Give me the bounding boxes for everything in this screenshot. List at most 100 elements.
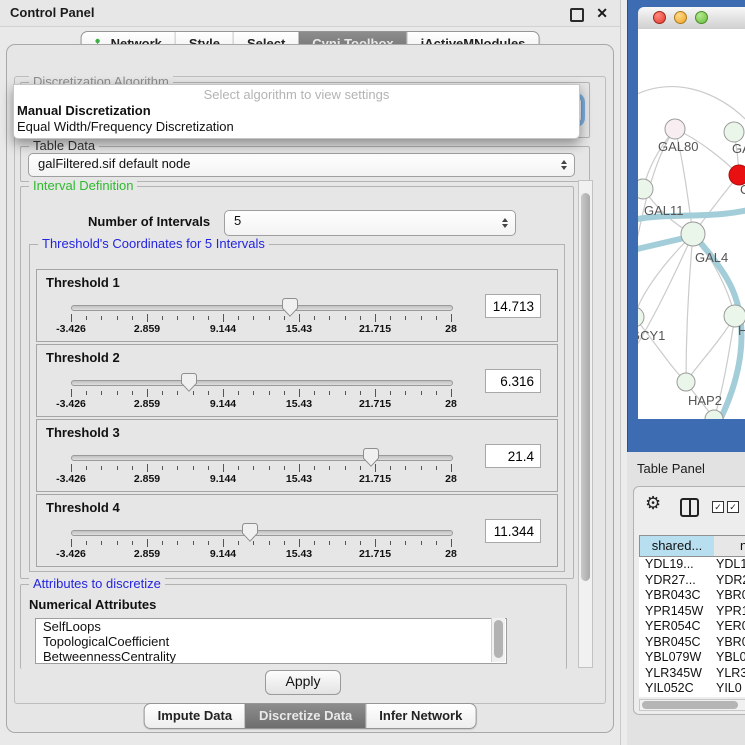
attribute-item[interactable]: BetweennessCentrality xyxy=(36,649,506,664)
table-row[interactable]: YIL052CYIL0 xyxy=(639,681,745,697)
num-intervals-value: 5 xyxy=(225,211,515,231)
table-panel-body: ⚙ ✓ ✓ shared... n YDL19...YDL1YDR27...YD… xyxy=(633,486,745,715)
table-row[interactable]: YLR345WYLR3 xyxy=(639,666,745,682)
control-panel-title: Control Panel xyxy=(10,0,95,26)
node-label: H xyxy=(738,323,745,338)
slider-thumb[interactable] xyxy=(282,298,298,317)
node-label: C xyxy=(740,182,745,197)
node-label: GAL4 xyxy=(695,250,728,265)
numerical-attributes-list[interactable]: SelfLoopsTopologicalCoefficientBetweenne… xyxy=(35,618,507,664)
table-row[interactable]: YER054CYER0 xyxy=(639,619,745,635)
tab-label: Infer Network xyxy=(379,704,462,728)
gear-icon[interactable]: ⚙ xyxy=(645,493,661,514)
network-node[interactable] xyxy=(705,410,723,419)
slider-ticks xyxy=(71,464,451,472)
threshold-value-field[interactable] xyxy=(485,294,541,318)
network-edge xyxy=(693,234,735,316)
table-row[interactable]: YBR043CYBR0 xyxy=(639,588,745,604)
column-header-name[interactable]: n xyxy=(714,535,745,557)
threshold-panel: Threshold 1 -3.4262.8599.14415.4321.7152… xyxy=(36,269,558,342)
interval-group-title: Interval Definition xyxy=(29,179,137,193)
numerical-attributes-label: Numerical Attributes xyxy=(29,597,156,612)
num-intervals-combobox[interactable]: 5 xyxy=(224,210,516,236)
slider-track[interactable] xyxy=(71,530,453,536)
content-scrollbar[interactable] xyxy=(578,180,593,668)
table-row[interactable]: YDL19...YDL1 xyxy=(639,557,745,573)
column-header-shared-name[interactable]: shared... xyxy=(639,535,715,557)
slider-thumb[interactable] xyxy=(242,523,258,542)
mac-close-icon[interactable] xyxy=(653,11,666,24)
network-node-hap2[interactable] xyxy=(677,373,695,391)
threshold-label: Threshold 2 xyxy=(46,350,120,365)
slider-track[interactable] xyxy=(71,305,453,311)
threshold-value-field[interactable] xyxy=(485,369,541,393)
node-table[interactable]: YDL19...YDL1YDR27...YDR2YBR043CYBR0YPR14… xyxy=(639,557,745,697)
screen: Control Panel ✕ NetworkStyleSelectCyni T… xyxy=(0,0,745,745)
mac-minimize-icon[interactable] xyxy=(674,11,687,24)
checkbox-checked-icon[interactable]: ✓ xyxy=(727,501,739,513)
table-row[interactable]: YPR145WYPR1 xyxy=(639,604,745,620)
table-row[interactable]: YDR27...YDR2 xyxy=(639,573,745,589)
table-hscroll-thumb[interactable] xyxy=(642,701,738,709)
mac-zoom-icon[interactable] xyxy=(695,11,708,24)
threshold-slider[interactable]: -3.4262.8599.14415.4321.71528 xyxy=(71,523,451,563)
node-label: HAP2 xyxy=(688,393,722,408)
network-edge xyxy=(686,316,735,382)
control-panel-titlebar: Control Panel ✕ xyxy=(0,0,620,27)
checkbox-checked-icon[interactable]: ✓ xyxy=(712,501,724,513)
slider-track[interactable] xyxy=(71,380,453,386)
close-icon[interactable]: ✕ xyxy=(596,0,608,26)
table-panel-title: Table Panel xyxy=(637,461,705,476)
interval-definition-group: Interval Definition Threshold's Coordina… xyxy=(20,186,574,579)
table-horizontal-scrollbar[interactable] xyxy=(639,699,745,711)
table-data-combobox[interactable]: galFiltered.sif default node xyxy=(28,153,575,177)
dropdown-options: Manual DiscretizationEqual Width/Frequen… xyxy=(14,103,579,135)
control-panel-window: Control Panel ✕ NetworkStyleSelectCyni T… xyxy=(0,0,621,745)
network-node-gal11[interactable] xyxy=(638,179,653,199)
tab-discretize-data[interactable]: Discretize Data xyxy=(245,704,365,728)
threshold-slider[interactable]: -3.4262.8599.14415.4321.71528 xyxy=(71,373,451,413)
node-label: GAL11 xyxy=(644,203,684,218)
threshold-panel: Threshold 2 -3.4262.8599.14415.4321.7152… xyxy=(36,344,558,417)
threshold-label: Threshold 3 xyxy=(46,425,120,440)
network-edge xyxy=(686,234,693,382)
network-node-gcy1[interactable] xyxy=(638,307,644,327)
network-canvas[interactable]: GAL80GACGAL11GAL4GCY1HHAP2 xyxy=(638,29,745,419)
threshold-panel: Threshold 3 -3.4262.8599.14415.4321.7152… xyxy=(36,419,558,492)
table-row[interactable]: YBR045CYBR0 xyxy=(639,635,745,651)
attribute-item[interactable]: SelfLoops xyxy=(36,619,506,634)
node-label: GA xyxy=(732,141,745,156)
threshold-value-field[interactable] xyxy=(485,444,541,468)
slider-thumb[interactable] xyxy=(363,448,379,467)
network-edge xyxy=(638,317,686,382)
float-window-icon[interactable] xyxy=(570,8,584,22)
threshold-slider[interactable]: -3.4262.8599.14415.4321.71528 xyxy=(71,448,451,488)
content-scroll-thumb[interactable] xyxy=(581,193,590,581)
attributes-scroll-thumb[interactable] xyxy=(494,620,503,658)
dropdown-option-manual-discretization[interactable]: Manual Discretization xyxy=(14,103,579,119)
network-view-window: GAL80GACGAL11GAL4GCY1HHAP2 xyxy=(627,0,745,452)
thresholds-group: Threshold's Coordinates for 5 Intervals … xyxy=(29,244,565,572)
network-node-gal80[interactable] xyxy=(665,119,685,139)
slider-thumb[interactable] xyxy=(181,373,197,392)
num-intervals-label: Number of Intervals xyxy=(88,214,210,229)
slider-ticks xyxy=(71,389,451,397)
combo-arrows-icon xyxy=(561,157,567,173)
dropdown-option-equal-width-frequency-discretization[interactable]: Equal Width/Frequency Discretization xyxy=(14,119,579,135)
network-edge xyxy=(638,87,745,124)
attributes-scrollbar[interactable] xyxy=(491,618,505,662)
table-row[interactable]: YBL079WYBL0 xyxy=(639,650,745,666)
network-node-gal4[interactable] xyxy=(681,222,705,246)
slider-track[interactable] xyxy=(71,455,453,461)
threshold-value-field[interactable] xyxy=(485,519,541,543)
split-view-icon[interactable] xyxy=(680,498,699,517)
threshold-panel: Threshold 4 -3.4262.8599.14415.4321.7152… xyxy=(36,494,558,567)
table-panel: Table Panel ⚙ ✓ ✓ shared... n YDL19...YD… xyxy=(627,452,745,745)
tab-impute-data[interactable]: Impute Data xyxy=(145,704,245,728)
network-node-ga[interactable] xyxy=(724,122,744,142)
threshold-slider[interactable]: -3.4262.8599.14415.4321.71528 xyxy=(71,298,451,338)
tab-infer-network[interactable]: Infer Network xyxy=(365,704,475,728)
apply-button[interactable]: Apply xyxy=(265,670,341,695)
tab-label: Discretize Data xyxy=(259,704,352,728)
attribute-item[interactable]: TopologicalCoefficient xyxy=(36,634,506,649)
